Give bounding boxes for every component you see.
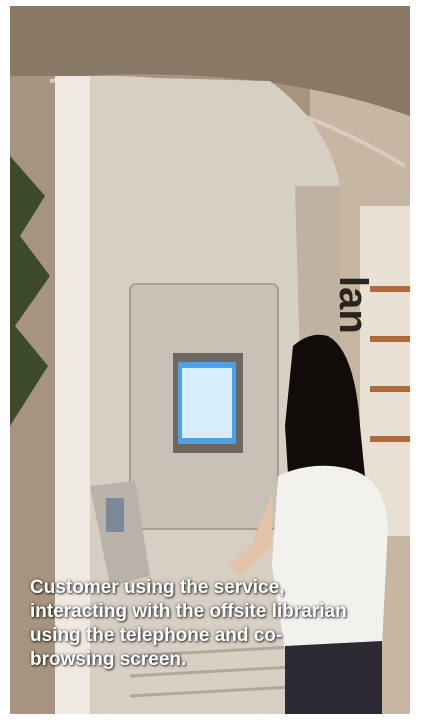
screen-page	[182, 368, 232, 438]
photo-caption: Customer using the service, interacting …	[30, 577, 347, 670]
telephone-handset	[106, 498, 124, 532]
sign-text: lan	[331, 276, 375, 334]
photo-frame: lan Customer using the service, interact…	[10, 6, 410, 714]
